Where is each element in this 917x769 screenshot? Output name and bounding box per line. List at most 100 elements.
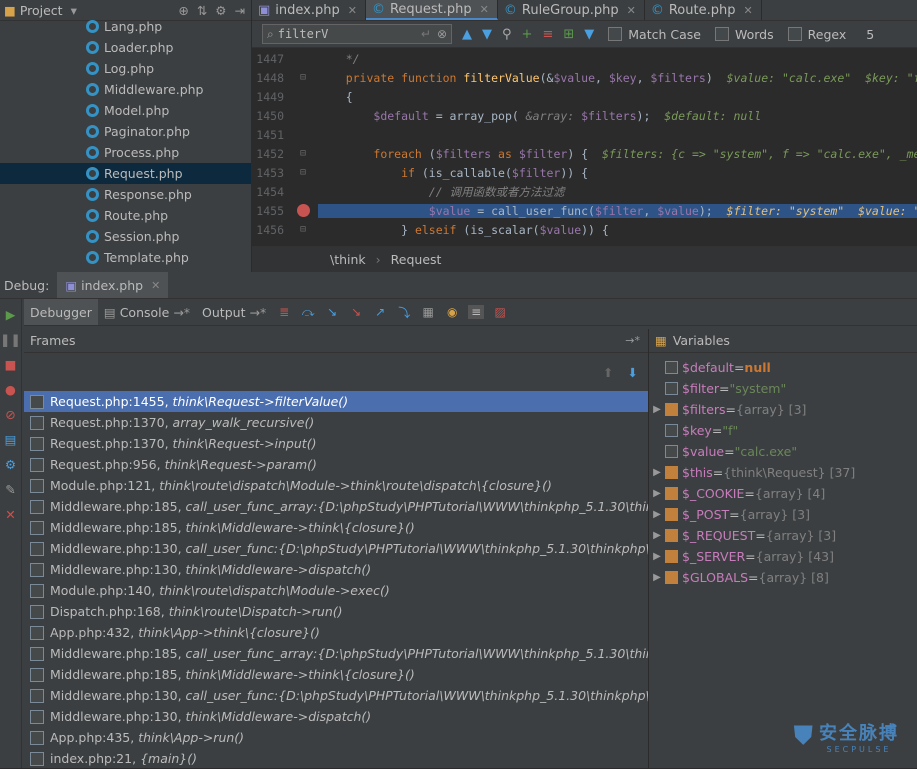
- expand-icon[interactable]: ▶: [649, 488, 665, 499]
- breadcrumb-namespace[interactable]: \think: [330, 252, 366, 267]
- tree-item[interactable]: Model.php: [0, 100, 251, 121]
- run-to-cursor-icon[interactable]: ⤵: [396, 304, 412, 321]
- resume-icon[interactable]: ▶: [6, 307, 16, 322]
- close-icon[interactable]: ✕: [151, 279, 160, 292]
- code-line[interactable]: 1449 {: [252, 87, 917, 106]
- hide-icon[interactable]: ⇥: [235, 3, 245, 18]
- close-icon[interactable]: ✕: [627, 4, 636, 17]
- frame-down-icon[interactable]: ⬇: [628, 365, 638, 380]
- variable-row[interactable]: ▶ $GLOBALS = {array} [8]: [649, 567, 917, 588]
- frame-item[interactable]: Middleware.php:130, think\Middleware->dis…: [24, 706, 648, 727]
- close-icon[interactable]: ✕: [348, 4, 357, 17]
- variable-row[interactable]: ▶ $_REQUEST = {array} [3]: [649, 525, 917, 546]
- frame-item[interactable]: Middleware.php:185, call_user_func_array:…: [24, 496, 648, 517]
- find-all-icon[interactable]: ⚲: [502, 27, 512, 42]
- search-field[interactable]: ⌕ filterV ↵ ⊗: [262, 24, 452, 44]
- code-line[interactable]: 1447 */: [252, 49, 917, 68]
- editor-tab[interactable]: © Route.php ✕: [645, 0, 762, 20]
- search-input[interactable]: filterV: [278, 27, 421, 41]
- frame-item[interactable]: Middleware.php:185, call_user_func_array:…: [24, 643, 648, 664]
- code-line[interactable]: 1454 // 调用函数或者方法过滤: [252, 182, 917, 201]
- tab-console[interactable]: ▤ Console →*: [98, 299, 196, 325]
- editor-tab[interactable]: © Request.php ✕: [365, 0, 498, 20]
- tab-output[interactable]: Output →*: [196, 299, 272, 325]
- code-line[interactable]: 1451: [252, 125, 917, 144]
- gutter[interactable]: ⊟: [288, 167, 318, 178]
- tree-item[interactable]: Template.php: [0, 247, 251, 268]
- filter-icon[interactable]: ▼: [584, 27, 594, 42]
- tree-item[interactable]: Response.php: [0, 184, 251, 205]
- force-step-into-icon[interactable]: ↘: [348, 305, 364, 319]
- select-all-icon[interactable]: ⊞: [563, 27, 574, 42]
- frame-item[interactable]: index.php:21, {main}(): [24, 748, 648, 769]
- frame-item[interactable]: Module.php:121, think\route\dispatch\Modu…: [24, 475, 648, 496]
- frame-item[interactable]: Middleware.php:130, think\Middleware->dis…: [24, 559, 648, 580]
- editor-tab[interactable]: © RuleGroup.php ✕: [498, 0, 645, 20]
- stop-icon[interactable]: ■: [5, 357, 17, 372]
- clear-icon[interactable]: ▨: [492, 305, 508, 319]
- breadcrumb-class[interactable]: Request: [391, 252, 442, 267]
- regex-checkbox[interactable]: Regex: [787, 27, 846, 42]
- close-debug-icon[interactable]: ✕: [5, 507, 15, 522]
- step-into-icon[interactable]: ↘: [324, 305, 340, 319]
- expand-icon[interactable]: ▶: [649, 530, 665, 541]
- frame-item[interactable]: Request.php:1370, think\Request->input(): [24, 433, 648, 454]
- pin-icon[interactable]: ✎: [5, 482, 15, 497]
- frame-item[interactable]: Middleware.php:185, think\Middleware->thi…: [24, 664, 648, 685]
- fold-icon[interactable]: ⊟: [300, 72, 306, 83]
- watch-icon[interactable]: ◉: [444, 305, 460, 319]
- frame-item[interactable]: App.php:432, think\App->think\{closure}(): [24, 622, 648, 643]
- tree-item[interactable]: Request.php: [0, 163, 251, 184]
- gutter[interactable]: ⊟: [288, 148, 318, 159]
- sync-icon[interactable]: ⊕: [178, 3, 188, 18]
- fold-icon[interactable]: ⊟: [300, 224, 306, 235]
- code-area[interactable]: 1447 */ 1448 ⊟ private function filterValu…: [252, 49, 917, 246]
- frame-item[interactable]: App.php:435, think\App->run(): [24, 727, 648, 748]
- frame-item[interactable]: Request.php:956, think\Request->param(): [24, 454, 648, 475]
- step-out-icon[interactable]: ↗: [372, 305, 388, 319]
- frame-item[interactable]: Module.php:140, think\route\dispatch\Modu…: [24, 580, 648, 601]
- tree-item[interactable]: Session.php: [0, 226, 251, 247]
- expand-icon[interactable]: ▶: [649, 551, 665, 562]
- next-occurrence-icon[interactable]: ▼: [482, 27, 492, 42]
- evaluate-icon[interactable]: ▦: [420, 305, 436, 319]
- breakpoint-icon[interactable]: [296, 204, 310, 217]
- add-selection-icon[interactable]: +: [522, 27, 533, 42]
- dropdown-icon[interactable]: ▾: [71, 3, 77, 18]
- close-icon[interactable]: ✕: [480, 3, 489, 16]
- variable-row[interactable]: ▶ $filters = {array} [3]: [649, 399, 917, 420]
- debug-session-tab[interactable]: ▣ index.php ✕: [57, 272, 169, 298]
- gutter[interactable]: ⊟: [288, 72, 318, 83]
- step-over-icon[interactable]: ⤼: [300, 305, 316, 320]
- frames-pin-icon[interactable]: →*: [625, 334, 640, 347]
- frame-item[interactable]: Request.php:1455, think\Request->filterVa…: [24, 391, 648, 412]
- variable-row[interactable]: $key = "f": [649, 420, 917, 441]
- close-icon[interactable]: ✕: [743, 4, 752, 17]
- frame-item[interactable]: Middleware.php:130, call_user_func:{D:\ph…: [24, 685, 648, 706]
- frame-item[interactable]: Middleware.php:130, call_user_func:{D:\ph…: [24, 538, 648, 559]
- match-case-checkbox[interactable]: Match Case: [608, 27, 701, 42]
- frame-item[interactable]: Dispatch.php:168, think\route\Dispatch->r…: [24, 601, 648, 622]
- fold-icon[interactable]: ⊟: [300, 148, 306, 159]
- tab-debugger[interactable]: Debugger: [24, 299, 98, 325]
- variable-row[interactable]: ▶ $_POST = {array} [3]: [649, 504, 917, 525]
- gutter[interactable]: [288, 204, 318, 217]
- code-line[interactable]: 1453 ⊟ if (is_callable($filter)) {: [252, 163, 917, 182]
- show-execution-point-icon[interactable]: ≣: [276, 305, 292, 319]
- expand-icon[interactable]: ▶: [649, 509, 665, 520]
- code-line[interactable]: 1452 ⊟ foreach ($filters as $filter) { $f…: [252, 144, 917, 163]
- view-breakpoints-icon[interactable]: ●: [5, 382, 16, 397]
- expand-icon[interactable]: ▶: [649, 404, 665, 415]
- tree-item[interactable]: Loader.php: [0, 37, 251, 58]
- variable-row[interactable]: ▶ $_SERVER = {array} [43]: [649, 546, 917, 567]
- restore-layout-icon[interactable]: ≡: [468, 305, 485, 319]
- layout-icon[interactable]: ▤: [5, 432, 17, 447]
- fold-icon[interactable]: ⊟: [300, 167, 306, 178]
- collapse-icon[interactable]: ⇅: [197, 3, 207, 18]
- frame-item[interactable]: Request.php:1370, array_walk_recursive(): [24, 412, 648, 433]
- previous-occurrence-icon[interactable]: ▲: [462, 27, 472, 42]
- variable-row[interactable]: $default = null: [649, 357, 917, 378]
- clear-icon[interactable]: ⊗: [437, 27, 447, 41]
- code-line[interactable]: 1455 $value = call_user_func($filter, $v…: [252, 201, 917, 220]
- code-line[interactable]: 1456 ⊟ } elseif (is_scalar($value)) {: [252, 220, 917, 239]
